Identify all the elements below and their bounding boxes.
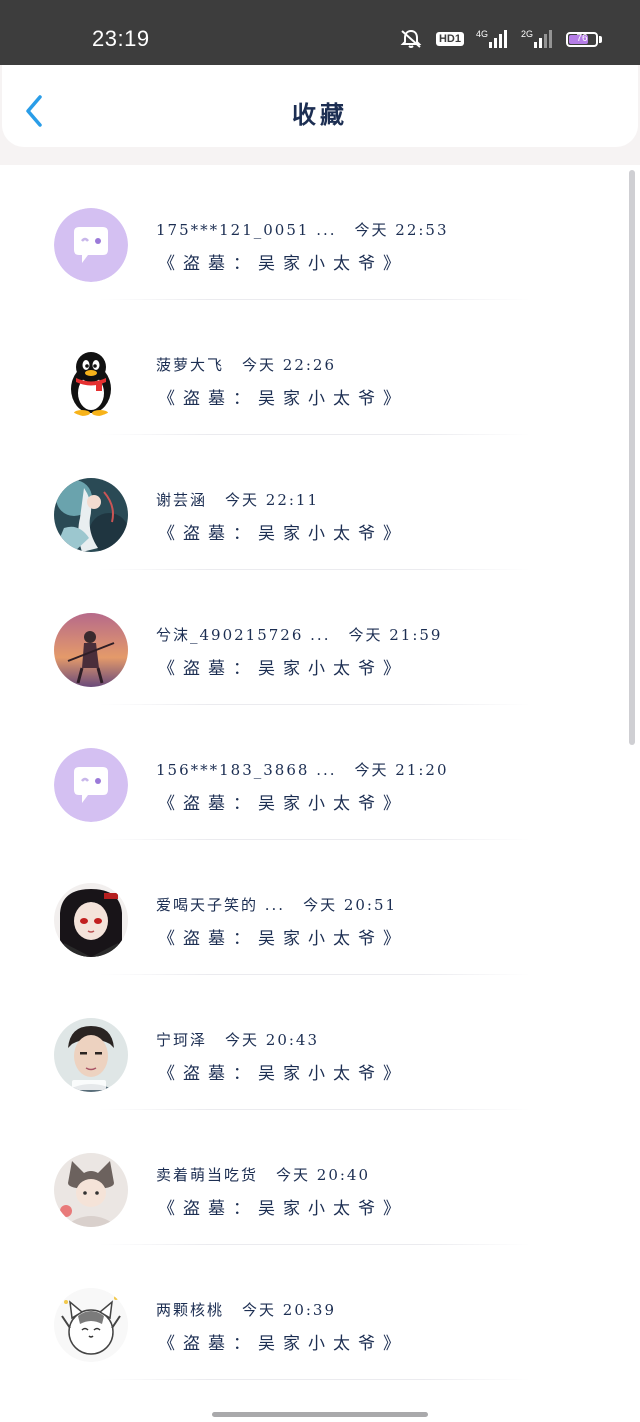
status-time: 23:19 [92, 26, 150, 51]
user-name: 两颗核桃 [156, 1301, 225, 1319]
list-item[interactable]: 156***183_3868 ... 今天 21:20 《盗墓：吴家小太爷》 [0, 705, 640, 840]
item-time: 今天 20:40 [276, 1166, 371, 1184]
work-title: 《盗墓：吴家小太爷》 [158, 389, 408, 409]
list-item[interactable]: 两颗核桃 今天 20:39 《盗墓：吴家小太爷》 [0, 1245, 640, 1380]
battery-icon: 76 [566, 31, 602, 47]
work-title: 《盗墓：吴家小太爷》 [158, 794, 408, 814]
work-title: 《盗墓：吴家小太爷》 [158, 929, 408, 949]
item-meta: 156***183_3868 ... 今天 21:20 [156, 759, 449, 780]
home-indicator[interactable] [212, 1412, 428, 1417]
cartoon-cat-avatar[interactable] [54, 1288, 128, 1362]
item-meta: 两颗核桃 今天 20:39 [156, 1299, 336, 1320]
user-name: 爱喝天子笑的 ... [156, 896, 286, 914]
header-bar: 收藏 [2, 65, 638, 147]
item-meta: 宁珂泽 今天 20:43 [156, 1029, 319, 1050]
item-meta: 175***121_0051 ... 今天 22:53 [156, 219, 449, 240]
network-2g-label: 2G [520, 29, 533, 39]
signal-4g-icon: 4G [475, 29, 509, 48]
list-item[interactable]: 菠萝大飞 今天 22:26 《盗墓：吴家小太爷》 [0, 300, 640, 435]
list-item[interactable]: 宁珂泽 今天 20:43 《盗墓：吴家小太爷》 [0, 975, 640, 1110]
work-title: 《盗墓：吴家小太爷》 [158, 659, 408, 679]
anime-art-avatar[interactable] [54, 478, 128, 552]
item-meta: 爱喝天子笑的 ... 今天 20:51 [156, 894, 397, 915]
status-icons: HD1 4G 2G 76 [398, 28, 602, 50]
anime-red-eyes-avatar[interactable] [54, 883, 128, 957]
work-title: 《盗墓：吴家小太爷》 [158, 254, 408, 274]
user-name: 175***121_0051 ... [156, 221, 337, 239]
page-title: 收藏 [292, 100, 348, 129]
item-meta: 谢芸涵 今天 22:11 [156, 489, 319, 510]
user-name: 宁珂泽 [156, 1031, 208, 1049]
qq-penguin-avatar[interactable] [54, 343, 128, 417]
signal-2g-icon: 2G [520, 29, 554, 48]
item-time: 今天 20:39 [242, 1301, 337, 1319]
purple-chat-avatar[interactable] [54, 208, 128, 282]
item-time: 今天 21:59 [348, 626, 443, 644]
user-name: 菠萝大飞 [156, 356, 225, 374]
item-time: 今天 22:11 [225, 491, 320, 509]
work-title: 《盗墓：吴家小太爷》 [158, 1334, 408, 1354]
favorites-list: 175***121_0051 ... 今天 22:53 《盗墓：吴家小太爷》 菠… [0, 165, 640, 1380]
item-time: 今天 22:26 [242, 356, 337, 374]
sunset-figure-avatar[interactable] [54, 613, 128, 687]
cat-hat-child-avatar[interactable] [54, 1153, 128, 1227]
work-title: 《盗墓：吴家小太爷》 [158, 524, 408, 544]
list-item[interactable]: 卖着萌当吃货 今天 20:40 《盗墓：吴家小太爷》 [0, 1110, 640, 1245]
list-item[interactable]: 175***121_0051 ... 今天 22:53 《盗墓：吴家小太爷》 [0, 165, 640, 300]
list-item[interactable]: 爱喝天子笑的 ... 今天 20:51 《盗墓：吴家小太爷》 [0, 840, 640, 975]
item-meta: 菠萝大飞 今天 22:26 [156, 354, 336, 375]
item-meta: 兮沫_490215726 ... 今天 21:59 [156, 624, 442, 645]
divider [100, 1379, 530, 1380]
item-time: 今天 20:43 [225, 1031, 320, 1049]
work-title: 《盗墓：吴家小太爷》 [158, 1199, 408, 1219]
header-background: 收藏 [0, 65, 640, 165]
network-4g-label: 4G [475, 29, 488, 39]
user-name: 兮沫_490215726 ... [156, 626, 331, 644]
hd-icon: HD1 [435, 32, 464, 46]
user-name: 谢芸涵 [156, 491, 208, 509]
list-item[interactable]: 兮沫_490215726 ... 今天 21:59 《盗墓：吴家小太爷》 [0, 570, 640, 705]
item-time: 今天 22:53 [354, 221, 449, 239]
work-title: 《盗墓：吴家小太爷》 [158, 1064, 408, 1084]
mute-bell-icon [398, 28, 424, 50]
list-item[interactable]: 谢芸涵 今天 22:11 《盗墓：吴家小太爷》 [0, 435, 640, 570]
item-time: 今天 20:51 [303, 896, 398, 914]
user-name: 156***183_3868 ... [156, 761, 337, 779]
user-name: 卖着萌当吃货 [156, 1166, 259, 1184]
scrollbar[interactable] [629, 170, 635, 745]
item-meta: 卖着萌当吃货 今天 20:40 [156, 1164, 370, 1185]
status-bar: 23:19 HD1 4G 2G 76 [0, 0, 640, 65]
young-man-photo-avatar[interactable] [54, 1018, 128, 1092]
battery-level-text: 76 [576, 32, 588, 44]
item-time: 今天 21:20 [354, 761, 449, 779]
purple-chat-avatar[interactable] [54, 748, 128, 822]
